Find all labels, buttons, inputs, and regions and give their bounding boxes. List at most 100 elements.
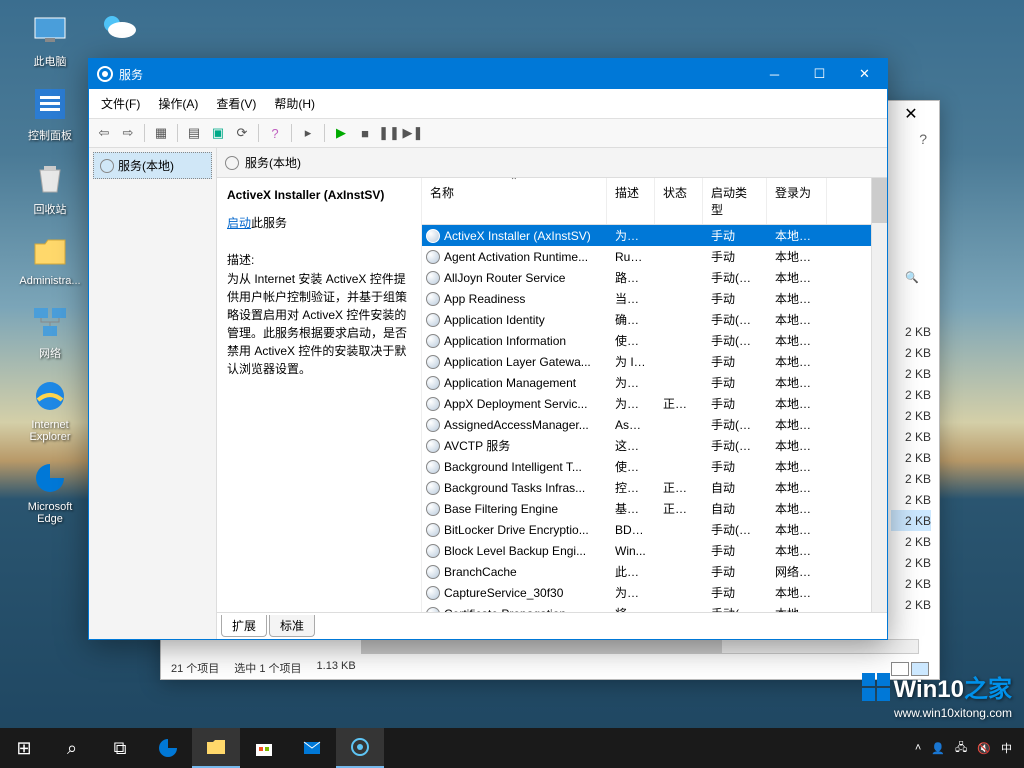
desktop-icon-controlpanel[interactable]: 控制面板: [15, 84, 85, 143]
service-row[interactable]: App Readiness当用...手动本地系统: [422, 288, 871, 309]
service-row[interactable]: Background Tasks Infras...控制...正在...自动本地…: [422, 477, 871, 498]
minimize-button[interactable]: ─: [752, 59, 797, 89]
detail-service-name: ActiveX Installer (AxInstSV): [227, 188, 411, 202]
service-row[interactable]: ActiveX Installer (AxInstSV)为从 ...手动本地系统: [422, 225, 871, 246]
menu-view[interactable]: 查看(V): [208, 91, 264, 116]
tab-standard[interactable]: 标准: [269, 615, 315, 637]
help-button[interactable]: ?: [264, 122, 286, 144]
systray-volume-icon[interactable]: 🔇: [977, 742, 991, 755]
bg-close-button[interactable]: ✕: [891, 104, 931, 124]
services-taskbar-button[interactable]: [336, 728, 384, 768]
menu-help[interactable]: 帮助(H): [266, 91, 323, 116]
show-hide-button[interactable]: ▦: [150, 122, 172, 144]
help-icon[interactable]: ?: [919, 131, 927, 147]
desktop-icon-admin[interactable]: Administra...: [15, 232, 85, 287]
service-row[interactable]: AssignedAccessManager...Assi...手动(触发...本…: [422, 414, 871, 435]
service-row[interactable]: Application Identity确定...手动(触发...本地服务: [422, 309, 871, 330]
service-icon: [426, 544, 440, 558]
forward-button[interactable]: ⇨: [117, 122, 139, 144]
service-row[interactable]: BitLocker Drive Encryptio...BDE...手动(触发.…: [422, 519, 871, 540]
menu-file[interactable]: 文件(F): [93, 91, 148, 116]
gear-icon: [97, 66, 113, 82]
list-header: 名称 描述 状态 启动类型 登录为: [422, 178, 871, 225]
service-icon: [426, 481, 440, 495]
service-icon: [426, 607, 440, 613]
service-row[interactable]: BranchCache此服...手动网络服务: [422, 561, 871, 582]
systray-ime-icon[interactable]: 中: [1001, 740, 1012, 756]
titlebar[interactable]: 服务 ─ ☐ ✕: [89, 59, 887, 89]
col-startup[interactable]: 启动类型: [703, 178, 767, 224]
systray-people-icon[interactable]: 👤: [931, 742, 945, 755]
bg-statusbar: 21 个项目 选中 1 个项目 1.13 KB: [171, 660, 356, 676]
search-icon[interactable]: 🔍: [905, 271, 919, 284]
control-panel-icon: [30, 84, 70, 124]
computer-icon: [30, 10, 70, 50]
start-menu-button[interactable]: ⊞: [0, 728, 48, 768]
service-row[interactable]: AllJoyn Router Service路由...手动(触发...本地服务: [422, 267, 871, 288]
service-icon: [426, 565, 440, 579]
desktop-icon-ie[interactable]: Internet Explorer: [15, 376, 85, 443]
detail-desc-text: 为从 Internet 安装 ActiveX 控件提供用户帐户控制验证，并基于组…: [227, 270, 411, 378]
back-button[interactable]: ⇦: [93, 122, 115, 144]
restart-button[interactable]: ▶❚: [402, 122, 424, 144]
bg-scrollbar-horizontal[interactable]: [361, 639, 919, 654]
pause-button[interactable]: ❚❚: [378, 122, 400, 144]
desktop-icon-edge[interactable]: Microsoft Edge: [15, 458, 85, 525]
service-icon: [426, 313, 440, 327]
detail-pane: ActiveX Installer (AxInstSV) 启动此服务 描述: 为…: [217, 178, 422, 612]
search-button[interactable]: ⌕: [48, 728, 96, 768]
service-row[interactable]: Base Filtering Engine基本...正在...自动本地服务: [422, 498, 871, 519]
list-scrollbar[interactable]: [871, 178, 887, 612]
col-name[interactable]: 名称: [422, 178, 607, 224]
network-icon: [30, 302, 70, 342]
mail-taskbar-button[interactable]: [288, 728, 336, 768]
edge-taskbar-button[interactable]: [144, 728, 192, 768]
menubar: 文件(F) 操作(A) 查看(V) 帮助(H): [89, 89, 887, 119]
export-button[interactable]: ▣: [207, 122, 229, 144]
service-row[interactable]: Background Intelligent T...使用...手动本地系统: [422, 456, 871, 477]
service-row[interactable]: AVCTP 服务这是...手动(触发...本地服务: [422, 435, 871, 456]
desktop-icon-thispc[interactable]: 此电脑: [15, 10, 85, 69]
col-desc[interactable]: 描述: [607, 178, 655, 224]
systray-network-icon[interactable]: 🖧: [955, 739, 967, 758]
col-logon[interactable]: 登录为: [767, 178, 827, 224]
explorer-taskbar-button[interactable]: [192, 728, 240, 768]
systray: ˄ 👤 🖧 🔇 中: [903, 739, 1024, 758]
systray-up-icon[interactable]: ˄: [915, 742, 921, 754]
close-button[interactable]: ✕: [842, 59, 887, 89]
service-row[interactable]: CaptureService_30f30为调...手动本地系统: [422, 582, 871, 603]
bg-file-list: 2 KB2 KB2 KB2 KB2 KB2 KB2 KB2 KB2 KB2 KB…: [891, 321, 931, 615]
service-icon: [426, 502, 440, 516]
tab-extended[interactable]: 扩展: [221, 615, 267, 637]
pane-header: 服务(本地): [217, 148, 887, 178]
col-status[interactable]: 状态: [655, 178, 703, 224]
service-icon: [426, 355, 440, 369]
service-row[interactable]: Application Management为通...手动本地系统: [422, 372, 871, 393]
maximize-button[interactable]: ☐: [797, 59, 842, 89]
windows-logo-icon: [862, 673, 890, 701]
properties-button[interactable]: ▤: [183, 122, 205, 144]
taskview-button[interactable]: ⧉: [96, 728, 144, 768]
ie-icon: [30, 376, 70, 416]
store-taskbar-button[interactable]: [240, 728, 288, 768]
services-tree-icon: [100, 159, 114, 173]
start-service-link[interactable]: 启动: [227, 216, 251, 230]
service-row[interactable]: Agent Activation Runtime...Runt...手动本地系统: [422, 246, 871, 267]
service-row[interactable]: Block Level Backup Engi...Win...手动本地系统: [422, 540, 871, 561]
service-row[interactable]: AppX Deployment Servic...为部...正在...手动本地系…: [422, 393, 871, 414]
toolbar-icon-1[interactable]: ▸: [297, 122, 319, 144]
tree-root-item[interactable]: 服务(本地): [93, 152, 212, 179]
stop-button[interactable]: ■: [354, 122, 376, 144]
refresh-button[interactable]: ⟳: [231, 122, 253, 144]
service-icon: [426, 334, 440, 348]
tabs-bar: 扩展 标准: [217, 612, 887, 639]
service-icon: [426, 523, 440, 537]
menu-action[interactable]: 操作(A): [150, 91, 206, 116]
services-list-body[interactable]: ActiveX Installer (AxInstSV)为从 ...手动本地系统…: [422, 225, 871, 612]
service-row[interactable]: Application Information使用...手动(触发...本地系统: [422, 330, 871, 351]
service-row[interactable]: Certificate Propagation将用...手动(触发...本地系统: [422, 603, 871, 612]
desktop-icon-network[interactable]: 网络: [15, 302, 85, 361]
start-button[interactable]: ▶: [330, 122, 352, 144]
service-row[interactable]: Application Layer Gatewa...为 In...手动本地服务: [422, 351, 871, 372]
desktop-icon-recyclebin[interactable]: 回收站: [15, 158, 85, 217]
